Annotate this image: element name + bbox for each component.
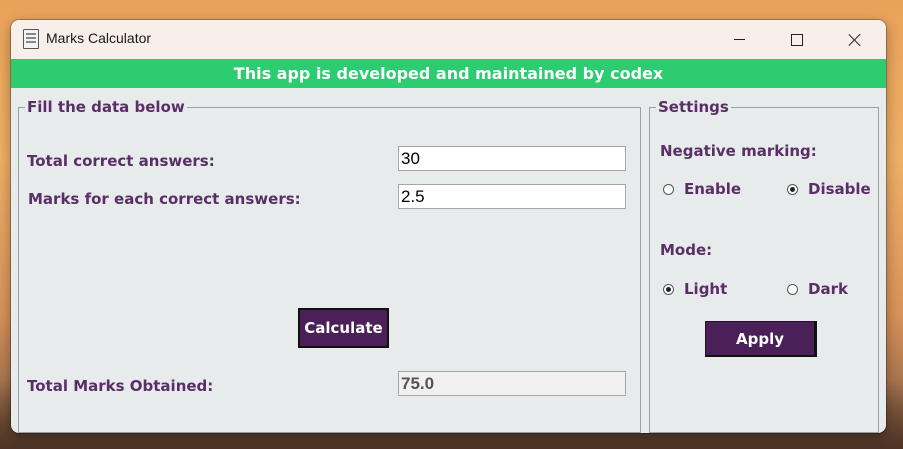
radio-disable-indicator: [787, 183, 798, 195]
negative-marking-label: Negative marking:: [660, 142, 817, 160]
data-frame-title: Fill the data below: [25, 98, 187, 116]
radio-enable-label: Enable: [684, 180, 742, 198]
close-button[interactable]: [826, 20, 884, 59]
minimize-button[interactable]: [710, 20, 768, 59]
title-bar: Marks Calculator: [11, 20, 886, 59]
radio-disable[interactable]: Disable: [787, 180, 871, 198]
marks-per-answer-label: Marks for each correct answers:: [28, 190, 301, 208]
total-marks-label: Total Marks Obtained:: [27, 377, 214, 395]
calculate-button[interactable]: Calculate: [298, 308, 389, 348]
radio-enable-indicator: [663, 183, 674, 195]
radio-dark-indicator: [787, 283, 798, 295]
app-window: Marks Calculator This app is developed a…: [11, 20, 886, 433]
radio-dark[interactable]: Dark: [787, 280, 848, 298]
correct-answers-label: Total correct answers:: [27, 152, 215, 170]
settings-frame-title: Settings: [656, 98, 731, 116]
maximize-button[interactable]: [768, 20, 826, 59]
radio-enable[interactable]: Enable: [663, 180, 741, 198]
mode-label: Mode:: [660, 241, 713, 259]
developer-banner: This app is developed and maintained by …: [11, 59, 886, 88]
maximize-icon: [791, 33, 803, 46]
window-title: Marks Calculator: [46, 30, 152, 46]
correct-answers-input[interactable]: [398, 146, 626, 171]
radio-dark-label: Dark: [808, 280, 848, 298]
apply-button[interactable]: Apply: [705, 321, 817, 357]
radio-light-indicator: [663, 283, 674, 295]
minimize-icon: [733, 39, 745, 40]
radio-light-label: Light: [684, 280, 728, 298]
document-icon: [23, 29, 39, 49]
radio-disable-label: Disable: [808, 180, 871, 198]
radio-light[interactable]: Light: [663, 280, 727, 298]
total-marks-output: [398, 371, 626, 396]
marks-per-answer-input[interactable]: [398, 184, 626, 209]
close-icon: [848, 33, 862, 47]
